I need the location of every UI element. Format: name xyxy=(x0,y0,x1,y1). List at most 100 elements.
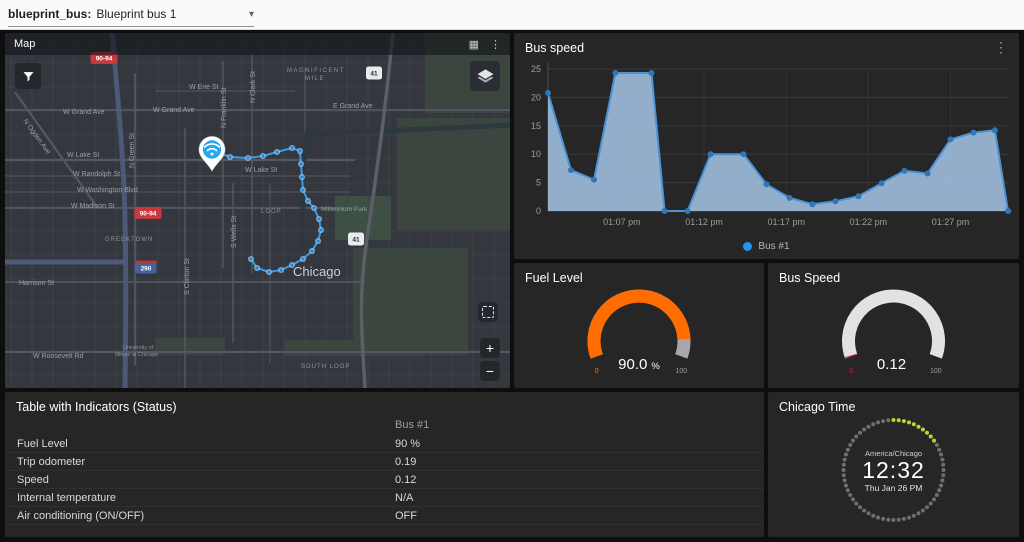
data-point[interactable] xyxy=(924,170,931,177)
route-point-core xyxy=(275,150,279,154)
clock-dot xyxy=(858,505,862,510)
data-point[interactable] xyxy=(707,151,714,158)
data-point[interactable] xyxy=(684,208,691,214)
street-label: MAGNIFICENT xyxy=(287,68,345,74)
filter-button[interactable] xyxy=(15,63,41,89)
table-row[interactable]: Speed 0.12 xyxy=(5,471,764,489)
street-label: W Lake St xyxy=(245,167,277,174)
shield-label: 290 xyxy=(141,266,152,273)
y-axis-label: 10 xyxy=(531,149,541,159)
widget-title: Chicago Time xyxy=(779,400,856,414)
clock-dot xyxy=(866,511,871,516)
street-label: W Washington Blvd xyxy=(77,187,138,194)
data-point[interactable] xyxy=(786,194,793,201)
gauge-unit: % xyxy=(651,361,660,372)
data-point[interactable] xyxy=(545,89,551,96)
street-label: N Franklin St xyxy=(221,87,228,128)
dropdown-caret-icon: ▾ xyxy=(248,8,254,20)
x-axis-label: 01:07 pm xyxy=(603,217,641,227)
clock-dot xyxy=(851,497,855,502)
row-value: N/A xyxy=(395,491,414,504)
clock-dot xyxy=(881,516,886,521)
street-label: Millennium Park xyxy=(321,206,368,213)
clock-date: Thu Jan 26 PM xyxy=(864,483,923,493)
data-point[interactable] xyxy=(832,198,839,205)
row-value: 90 % xyxy=(395,437,421,450)
data-point[interactable] xyxy=(763,181,770,188)
entity-select[interactable]: blueprint_bus: Blueprint bus 1 ▾ xyxy=(8,3,254,27)
row-value: 0.12 xyxy=(395,473,417,486)
layers-button[interactable] xyxy=(470,61,500,91)
zoom-out-button[interactable]: − xyxy=(480,361,500,381)
entity-select-value: Blueprint bus 1 xyxy=(96,7,177,21)
street-label: Chicago xyxy=(293,264,341,279)
shield-top-band xyxy=(135,260,157,264)
map-title: Map xyxy=(14,38,36,50)
table-row[interactable]: Internal temperature N/A xyxy=(5,489,764,507)
kebab-menu-icon[interactable]: ⋮ xyxy=(988,38,1014,57)
shield-label: 41 xyxy=(370,71,378,78)
data-point[interactable] xyxy=(591,176,597,183)
speed-gauge-widget: Bus Speed 0 100 0.12 xyxy=(768,263,1019,388)
table-row[interactable]: Trip odometer 0.19 xyxy=(5,453,764,471)
clock-dot xyxy=(932,497,936,502)
y-axis-label: 0 xyxy=(536,206,541,216)
data-point[interactable] xyxy=(970,129,977,136)
widget-title: Fuel Level xyxy=(525,271,583,285)
data-point[interactable] xyxy=(947,136,954,143)
route-point-core xyxy=(290,146,294,150)
street-label: N Green St xyxy=(129,133,136,168)
clock-dot xyxy=(901,516,906,521)
clock-dot xyxy=(896,517,901,522)
street-label: SOUTH LOOP xyxy=(301,364,350,370)
data-point[interactable] xyxy=(612,70,619,76)
gauge-fill xyxy=(587,289,691,359)
legend-dot xyxy=(743,242,753,251)
data-point[interactable] xyxy=(1005,208,1011,214)
street-label: MILE xyxy=(305,76,325,82)
street-label: S Clinton St xyxy=(184,258,191,295)
data-point[interactable] xyxy=(878,180,885,187)
gauge-track xyxy=(842,289,945,359)
line-chart: 0 5 10 15 20 25 01:07 pm 01:12 pm 01:17 pm 01:22 … xyxy=(531,63,1012,227)
data-point[interactable] xyxy=(568,167,574,174)
clock-dot xyxy=(886,517,891,522)
data-point[interactable] xyxy=(901,167,908,174)
row-value: 0.19 xyxy=(395,455,417,468)
clock-dot xyxy=(871,513,876,518)
map-header: Map ▦ ⋮ xyxy=(5,33,510,55)
table-row[interactable]: Fuel Level 90 % xyxy=(5,435,764,453)
widget-title: Table with Indicators (Status) xyxy=(16,400,177,414)
clock-dot xyxy=(854,501,859,506)
route-point-core xyxy=(261,154,265,158)
data-point[interactable] xyxy=(648,70,655,76)
data-point[interactable] xyxy=(661,208,668,214)
y-axis-label: 5 xyxy=(536,178,541,188)
zoom-in-button[interactable]: + xyxy=(480,338,500,358)
street-label: W Grand Ave xyxy=(153,107,195,114)
wifi-icon xyxy=(210,152,214,156)
calendar-icon[interactable]: ▦ xyxy=(469,38,479,51)
y-axis-label: 20 xyxy=(531,92,541,102)
street-label: University of xyxy=(123,345,154,351)
chart-legend[interactable]: Bus #1 xyxy=(514,241,1019,252)
data-point[interactable] xyxy=(991,127,998,134)
route-point-core xyxy=(228,155,232,159)
select-area-button[interactable] xyxy=(478,302,498,322)
data-point[interactable] xyxy=(809,201,816,208)
map-canvas[interactable]: 90-94 90-94 41 41 290 W Grand Ave W Grand Ave E… xyxy=(5,33,510,388)
route-point-core xyxy=(267,270,271,274)
map-menu-icon[interactable]: ⋮ xyxy=(490,38,501,51)
route-point-core xyxy=(316,239,320,243)
x-axis-label: 01:17 pm xyxy=(767,217,805,227)
street-label: Harrison St xyxy=(19,280,54,287)
table-row[interactable]: Air conditioning (ON/OFF) OFF xyxy=(5,507,764,525)
route-point-core xyxy=(300,175,304,179)
data-point[interactable] xyxy=(855,193,862,200)
fuel-gauge-widget: Fuel Level 0 100 90.0% xyxy=(514,263,764,388)
street-label: W Erie St xyxy=(189,84,219,91)
topbar: blueprint_bus: Blueprint bus 1 ▾ xyxy=(0,0,1024,30)
clock-dot xyxy=(925,505,929,510)
row-label: Fuel Level xyxy=(17,437,68,450)
data-point[interactable] xyxy=(740,151,747,158)
